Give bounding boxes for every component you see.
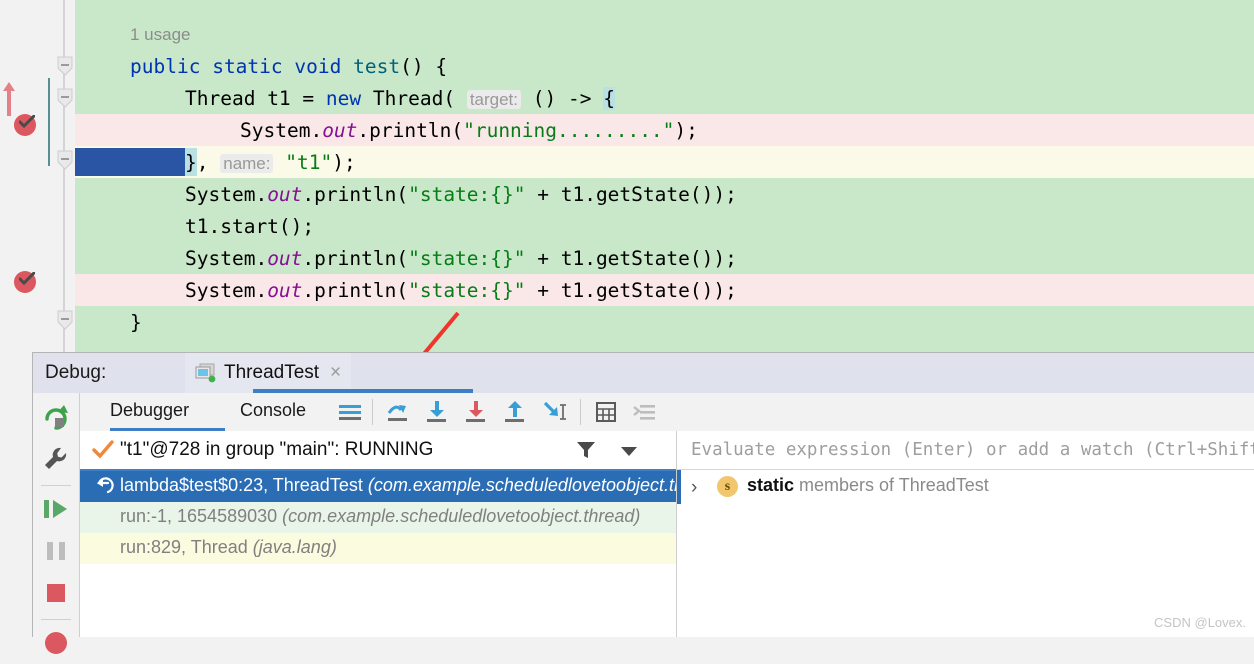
tab-console[interactable]: Console <box>240 400 306 421</box>
stop-button[interactable] <box>40 577 72 609</box>
code-line: System.out.println("running........."); <box>75 114 1254 146</box>
type-thread: Thread <box>185 87 256 110</box>
string-state: "state:{}" <box>408 183 526 206</box>
variables-tree-row[interactable]: › s static members of ThreadTest <box>677 470 1254 504</box>
force-step-into-button[interactable] <box>461 397 491 427</box>
statement-start: t1.start(); <box>185 215 315 238</box>
evaluate-expression-input[interactable]: Evaluate expression (Enter) or add a wat… <box>677 431 1254 470</box>
field-out: out <box>267 247 303 270</box>
code-line: }, name: "t1"); <box>75 146 1254 178</box>
keyword-public: public <box>130 55 201 78</box>
pause-program-button[interactable] <box>40 535 72 567</box>
text-selection-highlight <box>75 148 185 176</box>
run-to-cursor-button[interactable] <box>539 397 569 427</box>
code-line: System.out.println("state:{}" + t1.getSt… <box>75 242 1254 274</box>
evaluate-placeholder: Evaluate expression (Enter) or add a wat… <box>691 440 1254 460</box>
frame-row[interactable]: lambda$test$0:23, ThreadTest (com.exampl… <box>80 471 676 502</box>
resume-program-button[interactable] <box>40 493 72 525</box>
divider <box>41 485 71 486</box>
string-state: "state:{}" <box>408 247 526 270</box>
thread-selector[interactable]: "t1"@728 in group "main": RUNNING <box>80 431 676 471</box>
divider <box>372 399 373 425</box>
close-icon[interactable]: × <box>330 362 341 384</box>
row-selection-marker <box>677 470 681 504</box>
string-state: "state:{}" <box>408 279 526 302</box>
frames-lines-icon[interactable] <box>335 397 365 427</box>
debug-tab-title: ThreadTest <box>224 362 320 383</box>
field-out: out <box>267 183 303 206</box>
fold-rail <box>63 0 65 352</box>
debugger-toolbar[interactable]: Debugger Console <box>80 393 1254 432</box>
variables-panel[interactable]: Evaluate expression (Enter) or add a wat… <box>677 431 1254 637</box>
thread-status-text: "t1"@728 in group "main": RUNNING <box>120 439 434 460</box>
fold-collapse-icon[interactable] <box>57 150 73 170</box>
fold-collapse-icon[interactable] <box>57 56 73 76</box>
divider <box>41 619 71 620</box>
frame-label: run:829, Thread (java.lang) <box>120 537 337 557</box>
rerun-button[interactable] <box>40 401 72 433</box>
code-line: public static void test() { <box>75 50 1254 82</box>
string-running: "running........." <box>463 119 675 142</box>
frame-label: run:-1, 1654589030 (com.example.schedule… <box>120 506 641 526</box>
code-editor[interactable]: 1 usage public static void test() { Thre… <box>0 0 1254 352</box>
editor-gutter[interactable] <box>0 0 75 352</box>
up-arrow-icon <box>2 82 16 116</box>
param-hint-name: name: <box>220 154 274 173</box>
frame-row[interactable]: run:829, Thread (java.lang) <box>80 533 676 564</box>
breakpoint-verified-icon[interactable] <box>14 271 36 293</box>
debug-content-panel[interactable]: Debugger Console "t1"@728 in group "main… <box>80 393 1254 637</box>
keyword-new: new <box>325 87 362 110</box>
frames-panel[interactable]: "t1"@728 in group "main": RUNNING lambda… <box>80 431 677 637</box>
code-line: System.out.println("state:{}" + t1.getSt… <box>75 274 1254 306</box>
keyword-static: static <box>212 55 283 78</box>
debug-tool-window[interactable]: Debug: ThreadTest × Debugger Console "t1… <box>32 352 1254 654</box>
chevron-right-icon[interactable]: › <box>691 477 697 499</box>
fold-collapse-icon[interactable] <box>57 310 73 330</box>
field-out: out <box>322 119 358 142</box>
step-into-button[interactable] <box>422 397 452 427</box>
keyword-void: void <box>294 55 342 78</box>
run-configuration-icon <box>195 363 217 383</box>
code-line: Thread t1 = new Thread( target: () -> { <box>75 82 1254 114</box>
filter-icon[interactable] <box>575 439 597 466</box>
edit-configurations-button[interactable] <box>40 443 72 475</box>
debug-window-header: Debug: ThreadTest × <box>33 353 1254 393</box>
step-over-button[interactable] <box>383 397 413 427</box>
chevron-down-icon[interactable] <box>620 444 638 462</box>
code-line: t1.start(); <box>75 210 1254 242</box>
view-breakpoints-button[interactable] <box>40 627 72 659</box>
param-hint-target: target: <box>466 90 522 109</box>
calculator-icon[interactable] <box>591 397 621 427</box>
string-t1: "t1" <box>285 151 333 174</box>
code-block-indent-guide <box>48 78 50 166</box>
static-badge-icon: s <box>717 476 738 497</box>
code-line: } <box>75 306 1254 338</box>
divider <box>580 399 581 425</box>
mute-breakpoints-button[interactable] <box>630 397 660 427</box>
debug-window-label: Debug: <box>45 362 107 383</box>
debug-actions-sidebar[interactable] <box>33 393 80 654</box>
code-text-area[interactable]: 1 usage public static void test() { Thre… <box>75 0 1254 352</box>
step-out-button[interactable] <box>500 397 530 427</box>
fold-collapse-icon[interactable] <box>57 88 73 108</box>
breakpoint-verified-icon[interactable] <box>14 114 36 136</box>
frame-label: lambda$test$0:23, ThreadTest (com.exampl… <box>120 475 676 495</box>
code-line: 1 usage <box>75 18 1254 50</box>
matched-brace: { <box>603 87 615 110</box>
frame-row[interactable]: run:-1, 1654589030 (com.example.schedule… <box>80 502 676 533</box>
static-members-label: static members of ThreadTest <box>747 475 989 495</box>
field-out: out <box>267 279 303 302</box>
return-arrow-icon <box>92 475 114 502</box>
tab-debugger[interactable]: Debugger <box>110 400 189 421</box>
method-name-test: test <box>353 55 401 78</box>
debug-session-tab[interactable]: ThreadTest × <box>185 353 473 393</box>
usage-hint: 1 usage <box>130 25 191 44</box>
watermark: CSDN @Lovex. <box>1154 615 1246 630</box>
orange-check-icon <box>92 440 114 465</box>
code-line: System.out.println("state:{}" + t1.getSt… <box>75 178 1254 210</box>
